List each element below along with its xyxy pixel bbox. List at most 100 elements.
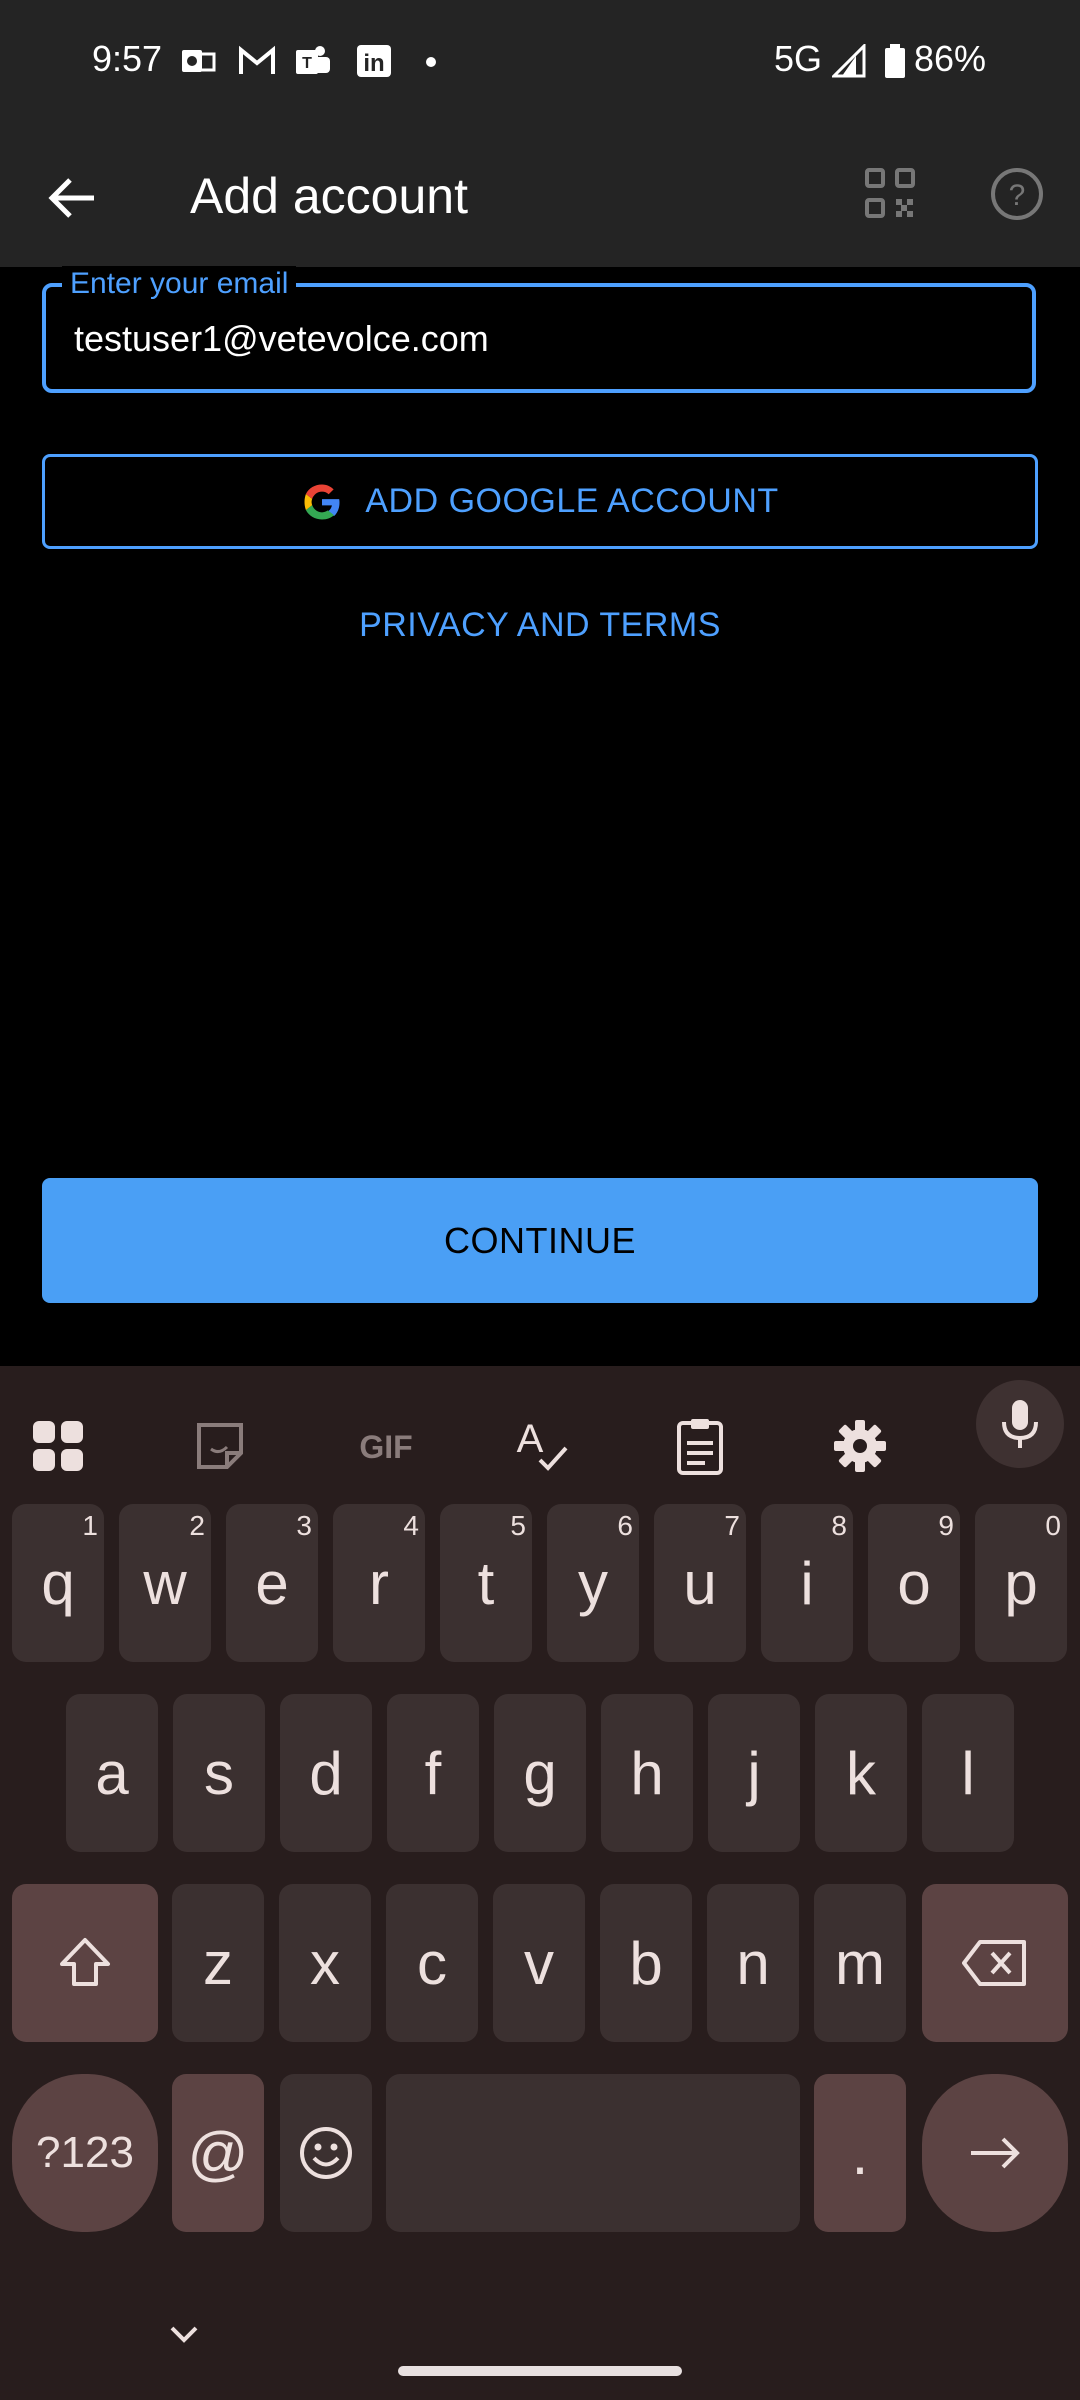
apps-grid-icon[interactable] bbox=[18, 1406, 98, 1486]
hide-keyboard-chevron-down-icon[interactable] bbox=[166, 2322, 202, 2346]
clipboard-icon[interactable] bbox=[660, 1406, 740, 1486]
email-field-label: Enter your email bbox=[62, 266, 297, 302]
key-w[interactable]: w2 bbox=[119, 1504, 211, 1662]
period-key[interactable]: . bbox=[814, 2074, 906, 2232]
key-label: n bbox=[736, 1929, 770, 1997]
backspace-key[interactable] bbox=[922, 1884, 1068, 2042]
key-label: p bbox=[1004, 1549, 1038, 1617]
page-title: Add account bbox=[190, 168, 468, 224]
key-label: e bbox=[255, 1549, 289, 1617]
svg-text:GIF: GIF bbox=[359, 1429, 412, 1465]
outlook-icon bbox=[182, 50, 216, 72]
key-j[interactable]: j bbox=[708, 1694, 800, 1852]
enter-key[interactable] bbox=[922, 2074, 1068, 2232]
linkedin-icon: in bbox=[357, 45, 391, 77]
spellcheck-icon[interactable]: A bbox=[500, 1406, 580, 1486]
privacy-and-terms-link[interactable]: PRIVACY AND TERMS bbox=[0, 606, 1080, 645]
add-google-account-button[interactable]: ADD GOOGLE ACCOUNT bbox=[42, 454, 1038, 549]
more-notifications-dot-icon bbox=[426, 57, 436, 67]
key-z[interactable]: z bbox=[172, 1884, 264, 2042]
symbols-key[interactable]: ?123 bbox=[12, 2074, 158, 2232]
continue-button[interactable]: CONTINUE bbox=[42, 1178, 1038, 1303]
shift-arrow-icon bbox=[60, 1938, 110, 1986]
backspace-icon bbox=[962, 1940, 1026, 1986]
key-number-hint: 4 bbox=[403, 1510, 419, 1541]
key-a[interactable]: a bbox=[66, 1694, 158, 1852]
key-m[interactable]: m bbox=[814, 1884, 906, 2042]
key-p[interactable]: p0 bbox=[975, 1504, 1067, 1662]
help-icon[interactable]: ? bbox=[990, 167, 1044, 221]
key-label: v bbox=[524, 1929, 554, 1997]
settings-gear-icon[interactable] bbox=[820, 1406, 900, 1486]
key-label: w bbox=[143, 1549, 187, 1617]
key-number-hint: 7 bbox=[724, 1510, 740, 1541]
voice-input-button[interactable] bbox=[976, 1380, 1064, 1468]
key-d[interactable]: d bbox=[280, 1694, 372, 1852]
status-time: 9:57 bbox=[92, 38, 163, 79]
key-number-hint: 3 bbox=[296, 1510, 312, 1541]
space-key[interactable] bbox=[386, 2074, 800, 2232]
key-number-hint: 2 bbox=[189, 1510, 205, 1541]
key-label: b bbox=[629, 1929, 663, 1997]
key-label: k bbox=[846, 1739, 876, 1807]
key-label: a bbox=[95, 1739, 129, 1807]
key-n[interactable]: n bbox=[707, 1884, 799, 2042]
key-label: j bbox=[747, 1739, 761, 1807]
email-input-value[interactable]: testuser1@vetevolce.com bbox=[74, 318, 489, 360]
key-k[interactable]: k bbox=[815, 1694, 907, 1852]
key-y[interactable]: y6 bbox=[547, 1504, 639, 1662]
home-gesture-bar[interactable] bbox=[398, 2366, 682, 2376]
key-label: q bbox=[41, 1549, 75, 1617]
emoji-smiley-icon bbox=[300, 2127, 352, 2179]
gif-icon[interactable]: GIF bbox=[338, 1406, 434, 1486]
svg-text:T: T bbox=[302, 55, 312, 72]
key-label: c bbox=[417, 1929, 447, 1997]
svg-text:in: in bbox=[363, 50, 384, 77]
back-arrow-icon[interactable] bbox=[44, 170, 100, 226]
key-label: l bbox=[961, 1739, 975, 1807]
qr-code-icon[interactable] bbox=[864, 167, 916, 219]
key-x[interactable]: x bbox=[279, 1884, 371, 2042]
shift-key[interactable] bbox=[12, 1884, 158, 2042]
key-number-hint: 6 bbox=[617, 1510, 633, 1541]
key-label: o bbox=[897, 1549, 931, 1617]
microphone-icon bbox=[1002, 1400, 1038, 1448]
key-c[interactable]: c bbox=[386, 1884, 478, 2042]
key-label: s bbox=[204, 1739, 234, 1807]
arrow-right-icon bbox=[971, 2137, 1020, 2169]
key-f[interactable]: f bbox=[387, 1694, 479, 1852]
key-label: t bbox=[477, 1549, 495, 1617]
key-l[interactable]: l bbox=[922, 1694, 1014, 1852]
key-q[interactable]: q1 bbox=[12, 1504, 104, 1662]
network-type: 5G bbox=[774, 38, 823, 79]
key-number-hint: 0 bbox=[1045, 1510, 1061, 1541]
gmail-icon bbox=[239, 45, 275, 74]
teams-icon: T bbox=[296, 46, 330, 74]
key-h[interactable]: h bbox=[601, 1694, 693, 1852]
key-v[interactable]: v bbox=[493, 1884, 585, 2042]
key-o[interactable]: o9 bbox=[868, 1504, 960, 1662]
key-label: d bbox=[309, 1739, 343, 1807]
key-number-hint: 8 bbox=[831, 1510, 847, 1541]
key-b[interactable]: b bbox=[600, 1884, 692, 2042]
key-e[interactable]: e3 bbox=[226, 1504, 318, 1662]
svg-text:A: A bbox=[517, 1417, 544, 1461]
key-s[interactable]: s bbox=[173, 1694, 265, 1852]
emoji-key[interactable] bbox=[280, 2074, 372, 2232]
key-r[interactable]: r4 bbox=[333, 1504, 425, 1662]
key-label: i bbox=[800, 1549, 814, 1617]
key-label: r bbox=[369, 1549, 389, 1617]
key-label: g bbox=[523, 1739, 557, 1807]
key-u[interactable]: u7 bbox=[654, 1504, 746, 1662]
key-t[interactable]: t5 bbox=[440, 1504, 532, 1662]
key-label: y bbox=[578, 1549, 608, 1617]
svg-text:?: ? bbox=[1009, 179, 1026, 212]
key-i[interactable]: i8 bbox=[761, 1504, 853, 1662]
key-label: f bbox=[424, 1739, 442, 1807]
at-key[interactable]: @ bbox=[172, 2074, 264, 2232]
key-label: z bbox=[203, 1929, 233, 1997]
battery-percent: 86% bbox=[914, 38, 987, 79]
key-number-hint: 9 bbox=[938, 1510, 954, 1541]
key-g[interactable]: g bbox=[494, 1694, 586, 1852]
sticker-icon[interactable] bbox=[180, 1406, 260, 1486]
